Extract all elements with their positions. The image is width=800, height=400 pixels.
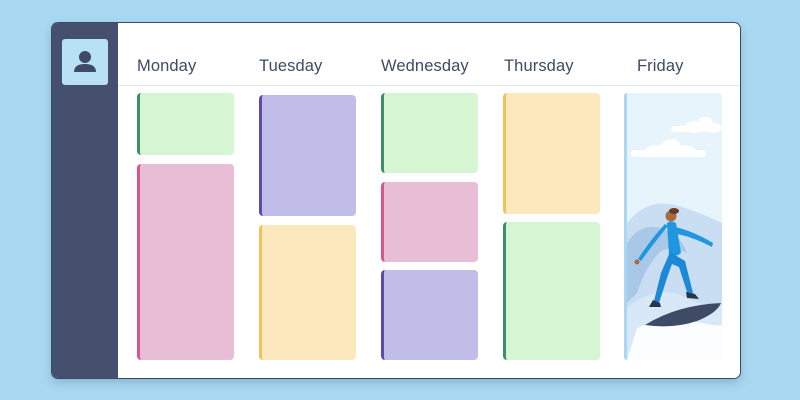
event-wednesday-3[interactable] (381, 270, 478, 360)
calendar-window: Monday Tuesday Wednesday Thursday Friday (52, 23, 740, 378)
day-header-wednesday: Wednesday (381, 57, 469, 75)
event-friday-1[interactable] (624, 93, 722, 360)
event-thursday-2[interactable] (503, 222, 600, 360)
header-divider (118, 85, 740, 86)
sidebar (52, 23, 118, 378)
event-tuesday-1[interactable] (259, 95, 356, 216)
user-icon (74, 51, 96, 72)
surfer-illustration (627, 117, 722, 360)
event-thursday-1[interactable] (503, 93, 600, 214)
event-monday-2[interactable] (137, 164, 234, 360)
event-wednesday-2[interactable] (381, 182, 478, 262)
day-header-monday: Monday (137, 57, 197, 75)
event-wednesday-1[interactable] (381, 93, 478, 173)
event-monday-1[interactable] (137, 93, 234, 155)
event-tuesday-2[interactable] (259, 225, 356, 360)
avatar[interactable] (62, 39, 108, 85)
day-header-thursday: Thursday (504, 57, 574, 75)
day-header-tuesday: Tuesday (259, 57, 323, 75)
day-header-friday: Friday (637, 57, 684, 75)
calendar-main: Monday Tuesday Wednesday Thursday Friday (118, 23, 740, 378)
